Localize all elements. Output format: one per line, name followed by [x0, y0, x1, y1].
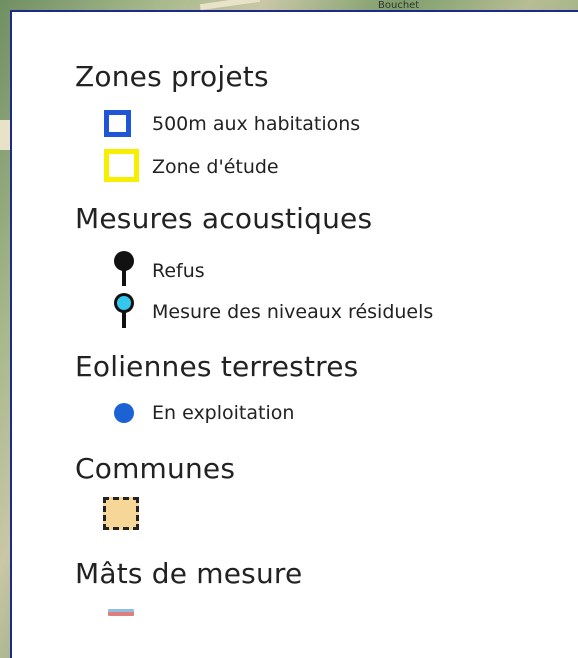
blue-square-icon — [104, 110, 131, 137]
cyan-pin-icon — [114, 293, 134, 328]
legend-item-label: 500m aux habitations — [152, 113, 361, 135]
legend-item-label: Mesure des niveaux résiduels — [152, 301, 434, 323]
legend-group-title-communes: Communes — [75, 452, 236, 485]
legend-group-title-mats-de-mesure: Mâts de mesure — [75, 557, 303, 590]
legend-item-label: Refus — [152, 260, 205, 282]
dashed-square-icon — [103, 497, 139, 530]
black-pin-icon — [114, 251, 134, 286]
mast-line-icon — [108, 609, 134, 616]
legend-item-label: En exploitation — [152, 402, 295, 424]
legend-item-label: Zone d'étude — [152, 156, 279, 178]
legend-panel: Zones projets 500m aux habitations Zone … — [10, 10, 578, 658]
blue-dot-icon — [114, 403, 134, 423]
yellow-square-icon — [104, 149, 139, 182]
legend-group-title-zones-projets: Zones projets — [75, 60, 269, 93]
legend-group-title-eoliennes-terrestres: Eoliennes terrestres — [75, 350, 359, 383]
legend-group-title-mesures-acoustiques: Mesures acoustiques — [75, 202, 373, 235]
